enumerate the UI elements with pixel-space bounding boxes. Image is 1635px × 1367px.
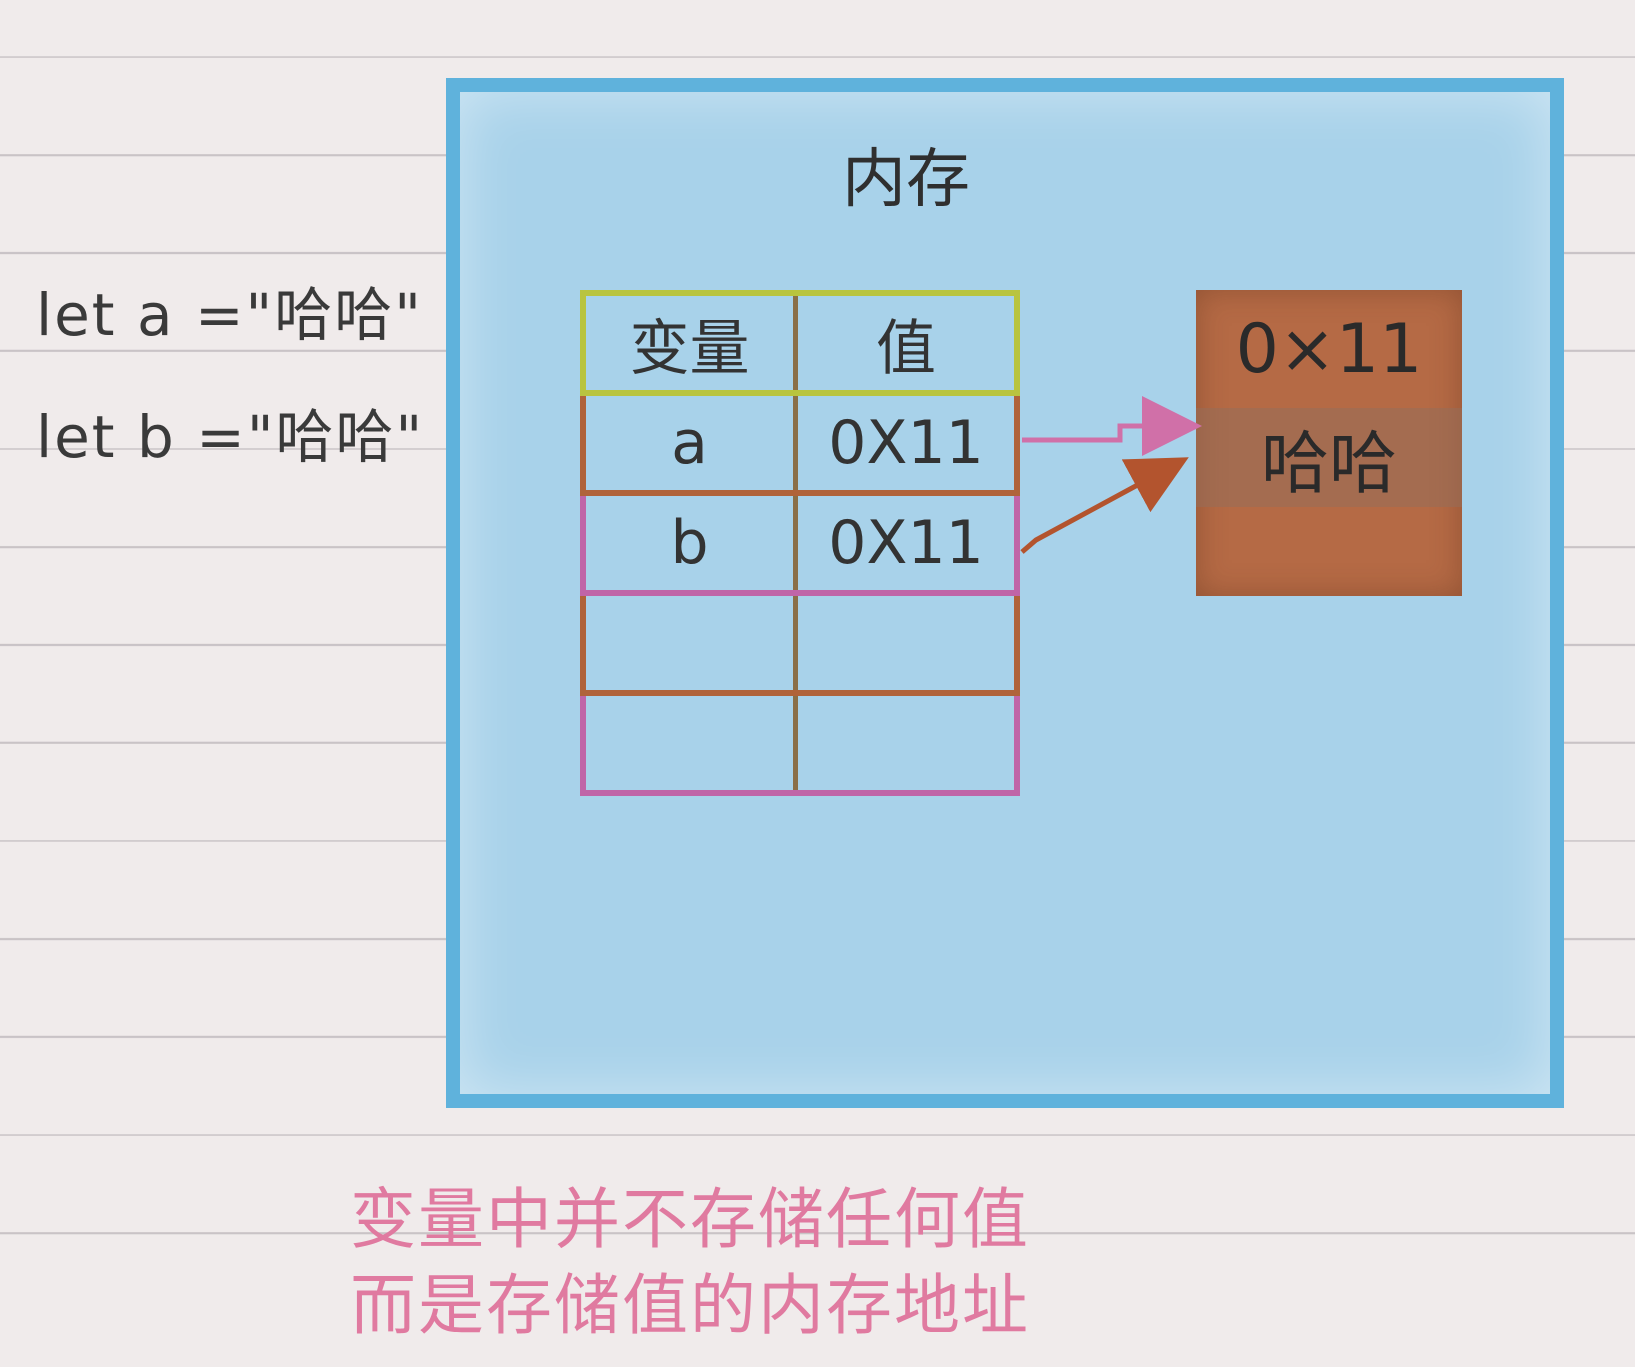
- pointer-arrows: [1020, 396, 1202, 554]
- note-line-2: 而是存储值的内存地址: [350, 1267, 1030, 1344]
- note-line-1: 变量中并不存储任何值: [350, 1181, 1030, 1258]
- arrow-b-icon: [1020, 457, 1189, 554]
- arrow-a-icon: [1022, 396, 1202, 456]
